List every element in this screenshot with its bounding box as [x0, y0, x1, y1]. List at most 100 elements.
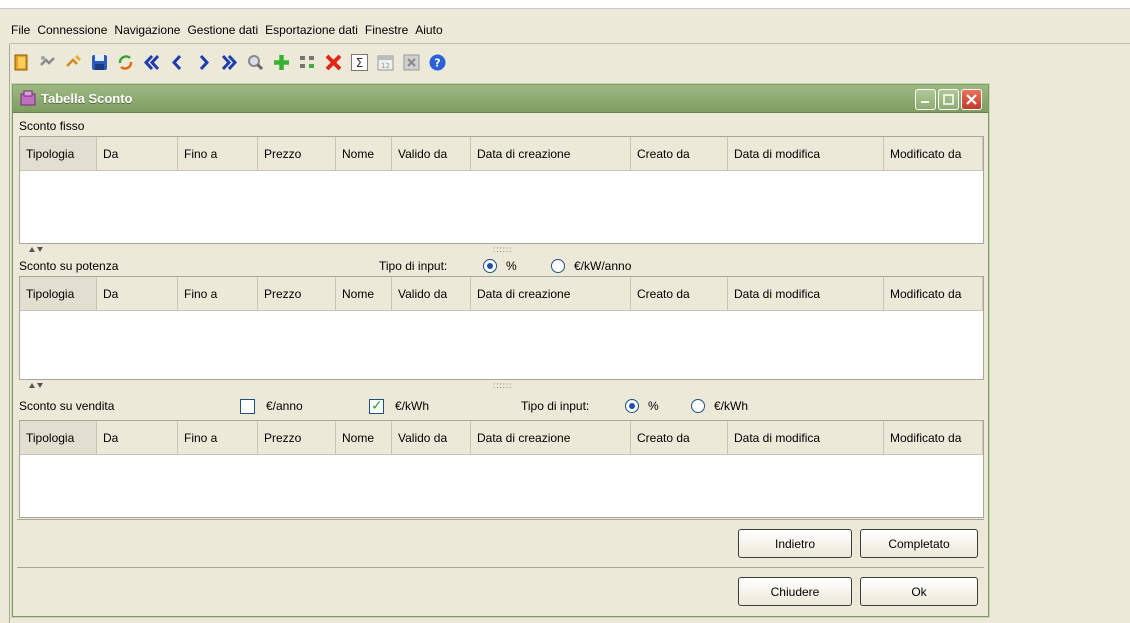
menu-bar: File Connessione Navigazione Gestione da…	[10, 20, 444, 40]
col-data-modifica[interactable]: Data di modifica	[728, 277, 884, 311]
delete-icon[interactable]	[324, 53, 343, 72]
col-fino-a[interactable]: Fino a	[178, 277, 258, 311]
radio-vendita-pct-label: %	[648, 399, 659, 413]
radio-vendita-kwh-label: €/kWh	[714, 399, 749, 413]
col-valido-da[interactable]: Valido da	[392, 277, 471, 311]
dialog-actions-bar: Chiudere Ok	[17, 567, 984, 614]
splitter-1[interactable]: ::::::	[17, 244, 984, 254]
menu-file[interactable]: File	[10, 23, 31, 37]
table-potenza[interactable]: Tipologia Da Fino a Prezzo Nome Valido d…	[19, 276, 984, 380]
left-border	[9, 44, 10, 623]
col-fino-a[interactable]: Fino a	[178, 421, 258, 455]
col-modificato-da[interactable]: Modificato da	[884, 421, 983, 455]
connect-icon[interactable]	[38, 53, 57, 72]
radio-vendita-pct-dot[interactable]	[625, 399, 639, 413]
save-icon[interactable]	[90, 53, 109, 72]
refresh-icon[interactable]	[116, 53, 135, 72]
radio-vendita-kwh-dot[interactable]	[691, 399, 705, 413]
svg-text:12: 12	[381, 62, 390, 70]
radio-vendita-pct[interactable]: %	[625, 399, 659, 413]
calendar-icon[interactable]: 12	[376, 53, 395, 72]
add-icon[interactable]	[272, 53, 291, 72]
col-da[interactable]: Da	[97, 277, 178, 311]
col-data-modifica[interactable]: Data di modifica	[728, 421, 884, 455]
tree-icon[interactable]	[298, 53, 317, 72]
excel-icon[interactable]	[402, 53, 421, 72]
radio-potenza-kw-dot[interactable]	[551, 259, 565, 273]
col-creato-da[interactable]: Creato da	[631, 421, 728, 455]
col-da[interactable]: Da	[97, 421, 178, 455]
menu-finestre[interactable]: Finestre	[364, 23, 409, 37]
chiudere-button[interactable]: Chiudere	[738, 577, 852, 606]
table-vendita[interactable]: Tipologia Da Fino a Prezzo Nome Valido d…	[19, 420, 984, 518]
col-valido-da[interactable]: Valido da	[392, 421, 471, 455]
check-kwh-label: €/kWh	[395, 399, 430, 413]
col-prezzo[interactable]: Prezzo	[258, 137, 336, 171]
col-valido-da[interactable]: Valido da	[392, 137, 471, 171]
menu-navigazione[interactable]: Navigazione	[113, 23, 181, 37]
completato-button[interactable]: Completato	[860, 529, 978, 558]
splitter-grip: ::::::	[493, 381, 513, 390]
section-vendita-label: Sconto su vendita	[19, 399, 115, 413]
menu-aiuto[interactable]: Aiuto	[414, 23, 443, 37]
sum-icon[interactable]: Σ	[350, 53, 369, 72]
radio-potenza-pct-dot[interactable]	[483, 259, 497, 273]
table-window-icon	[20, 90, 36, 105]
close-window-button[interactable]	[961, 89, 982, 110]
col-nome[interactable]: Nome	[336, 137, 392, 171]
close-icon	[966, 94, 977, 105]
menu-esportazione-dati[interactable]: Esportazione dati	[264, 23, 359, 37]
checkbox-anno[interactable]	[240, 398, 255, 414]
check-vendita-anno[interactable]: €/anno	[240, 398, 303, 414]
ok-button[interactable]: Ok	[860, 577, 978, 606]
radio-potenza-pct[interactable]: %	[483, 259, 517, 273]
col-creato-da[interactable]: Creato da	[631, 277, 728, 311]
col-fino-a[interactable]: Fino a	[178, 137, 258, 171]
col-data-modifica[interactable]: Data di modifica	[728, 137, 884, 171]
table-fisso[interactable]: Tipologia Da Fino a Prezzo Nome Valido d…	[19, 136, 984, 244]
menu-gestione-dati[interactable]: Gestione dati	[186, 23, 259, 37]
col-tipologia[interactable]: Tipologia	[20, 137, 97, 171]
collapse-arrows-icon[interactable]	[29, 246, 45, 252]
exit-icon[interactable]	[12, 53, 31, 72]
col-tipologia[interactable]: Tipologia	[20, 277, 97, 311]
section-fisso-label: Sconto fisso	[19, 119, 85, 133]
splitter-2[interactable]: ::::::	[17, 380, 984, 390]
col-data-creazione[interactable]: Data di creazione	[471, 137, 631, 171]
col-creato-da[interactable]: Creato da	[631, 137, 728, 171]
col-modificato-da[interactable]: Modificato da	[884, 137, 983, 171]
svg-text:?: ?	[434, 56, 440, 69]
collapse-arrows-icon[interactable]	[29, 382, 45, 388]
checkbox-kwh[interactable]	[369, 397, 384, 414]
check-vendita-kwh[interactable]: €/kWh	[369, 397, 430, 414]
svg-text:Σ: Σ	[356, 56, 364, 70]
col-tipologia[interactable]: Tipologia	[20, 421, 97, 455]
help-icon[interactable]: ?	[428, 53, 447, 72]
window-titlebar[interactable]: Tabella Sconto	[13, 85, 988, 113]
menu-divider	[10, 43, 1130, 44]
minimize-button[interactable]	[915, 89, 936, 110]
col-da[interactable]: Da	[97, 137, 178, 171]
menu-connessione[interactable]: Connessione	[36, 23, 108, 37]
col-nome[interactable]: Nome	[336, 421, 392, 455]
col-prezzo[interactable]: Prezzo	[258, 277, 336, 311]
last-icon[interactable]	[220, 53, 239, 72]
col-modificato-da[interactable]: Modificato da	[884, 277, 983, 311]
radio-vendita-kwh[interactable]: €/kWh	[691, 399, 748, 413]
section-potenza-label: Sconto su potenza	[19, 259, 119, 273]
col-data-creazione[interactable]: Data di creazione	[471, 277, 631, 311]
next-icon[interactable]	[194, 53, 213, 72]
first-icon[interactable]	[142, 53, 161, 72]
radio-potenza-kw[interactable]: €/kW/anno	[551, 259, 631, 273]
search-icon[interactable]	[246, 53, 265, 72]
maximize-button[interactable]	[938, 89, 959, 110]
top-strip	[0, 0, 1130, 9]
disconnect-icon[interactable]	[64, 53, 83, 72]
previous-icon[interactable]	[168, 53, 187, 72]
col-data-creazione[interactable]: Data di creazione	[471, 421, 631, 455]
window-content: Sconto fisso Tipologia Da Fino a Prezzo …	[17, 114, 984, 614]
col-nome[interactable]: Nome	[336, 277, 392, 311]
col-prezzo[interactable]: Prezzo	[258, 421, 336, 455]
indietro-button[interactable]: Indietro	[738, 529, 852, 558]
check-anno-label: €/anno	[266, 399, 303, 413]
